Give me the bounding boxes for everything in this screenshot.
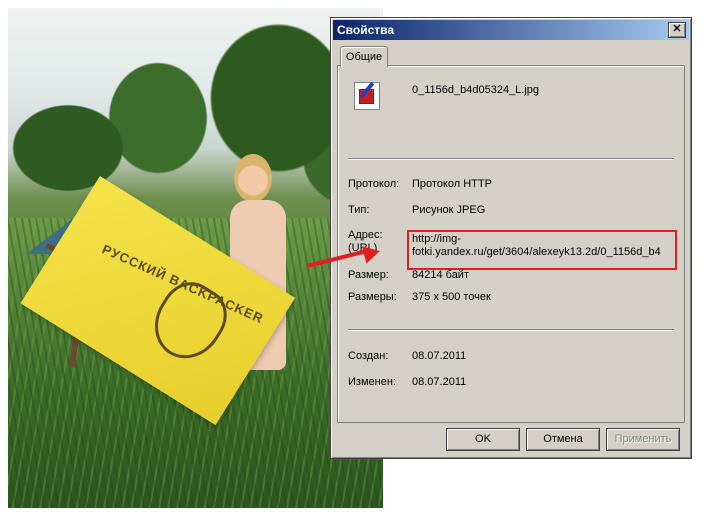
separator bbox=[348, 329, 674, 331]
size-value: 84214 байт bbox=[412, 269, 469, 281]
protocol-label: Протокол: bbox=[348, 178, 400, 190]
modified-label: Изменен: bbox=[348, 376, 396, 388]
dimensions-value: 375 x 500 точек bbox=[412, 291, 491, 303]
close-icon: ✕ bbox=[672, 23, 682, 35]
general-panel: 0_1156d_b4d05324_L.jpg Протокол: Протоко… bbox=[337, 65, 685, 423]
photo-trees bbox=[8, 8, 383, 218]
modified-value: 08.07.2011 bbox=[412, 376, 467, 388]
ok-button[interactable]: OK bbox=[446, 428, 520, 451]
apply-button[interactable]: Применить bbox=[606, 428, 680, 451]
address-label: Адрес: bbox=[348, 229, 383, 241]
created-label: Создан: bbox=[348, 350, 389, 362]
title-bar[interactable]: Свойства ✕ bbox=[333, 20, 689, 40]
image-file-icon bbox=[354, 81, 380, 110]
cancel-button[interactable]: Отмена bbox=[526, 428, 600, 451]
address-highlight-box bbox=[407, 230, 677, 270]
properties-dialog: Свойства ✕ Общие 0_1156d_b4d05324_L.jpg … bbox=[330, 17, 692, 459]
created-value: 08.07.2011 bbox=[412, 350, 467, 362]
photo-person-head bbox=[234, 154, 272, 202]
type-label: Тип: bbox=[348, 204, 370, 216]
dimensions-label: Размеры: bbox=[348, 291, 397, 303]
dialog-title: Свойства bbox=[337, 23, 395, 37]
protocol-value: Протокол HTTP bbox=[412, 178, 492, 190]
type-value: Рисунок JPEG bbox=[412, 204, 486, 216]
close-button[interactable]: ✕ bbox=[668, 22, 686, 38]
tab-general[interactable]: Общие bbox=[340, 46, 388, 67]
size-label: Размер: bbox=[348, 269, 389, 281]
separator bbox=[348, 158, 674, 160]
flag-emblem-icon bbox=[141, 271, 238, 372]
file-name: 0_1156d_b4d05324_L.jpg bbox=[412, 84, 540, 96]
